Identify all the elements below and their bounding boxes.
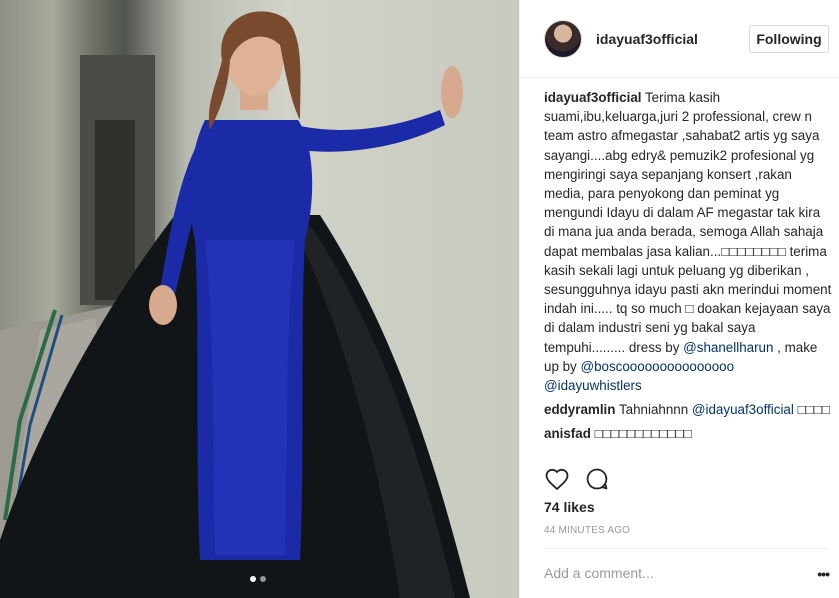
heart-icon[interactable] xyxy=(544,466,570,492)
more-options-icon[interactable]: ••• xyxy=(817,566,830,582)
comment-username[interactable]: anisfad xyxy=(544,426,591,441)
comment-username[interactable]: eddyramlin xyxy=(544,402,615,417)
post-side-panel: idayuaf3official Following idayuaf3offic… xyxy=(519,0,839,598)
divider xyxy=(544,548,829,549)
carousel-dot-active[interactable] xyxy=(250,576,256,582)
comment-bubble-icon[interactable] xyxy=(584,466,610,492)
comment-text: □□□□□□□□□□□□ xyxy=(594,426,692,442)
mention-link[interactable]: @idayuwhistlers xyxy=(544,378,642,393)
list-item: anisfad □□□□□□□□□□□□ xyxy=(544,424,832,443)
mention-link[interactable]: @shanellharun xyxy=(683,340,773,355)
following-button[interactable]: Following xyxy=(749,24,829,53)
add-comment-input[interactable]: Add a comment... xyxy=(544,565,654,581)
photo-illustration xyxy=(0,11,470,598)
post-actions xyxy=(544,466,610,492)
comment-text-tail: □□□□ xyxy=(793,402,830,418)
caption: idayuaf3official Terima kasih suami,ibu,… xyxy=(544,88,832,395)
carousel-dot[interactable] xyxy=(260,576,266,582)
like-count[interactable]: 74 likes xyxy=(544,499,595,515)
comment-text: Tahniahnnn xyxy=(618,402,692,418)
mention-link[interactable]: @idayuaf3official xyxy=(692,402,794,417)
post-photo[interactable] xyxy=(0,0,519,598)
mention-link[interactable]: @boscooooooooooooooo xyxy=(580,359,734,374)
comments-list[interactable]: idayuaf3official Terima kasih suami,ibu,… xyxy=(544,88,832,454)
caption-username[interactable]: idayuaf3official xyxy=(544,90,641,105)
caption-text: Terima kasih suami,ibu,keluarga,juri 2 p… xyxy=(544,90,832,355)
header-username[interactable]: idayuaf3official xyxy=(596,31,698,47)
avatar[interactable] xyxy=(544,19,582,58)
list-item: eddyramlin Tahniahnnn @idayuaf3official … xyxy=(544,400,832,419)
post-timestamp[interactable]: 44 MINUTES AGO xyxy=(544,525,630,536)
post-header: idayuaf3official Following xyxy=(520,0,839,78)
carousel-indicator xyxy=(250,576,266,582)
